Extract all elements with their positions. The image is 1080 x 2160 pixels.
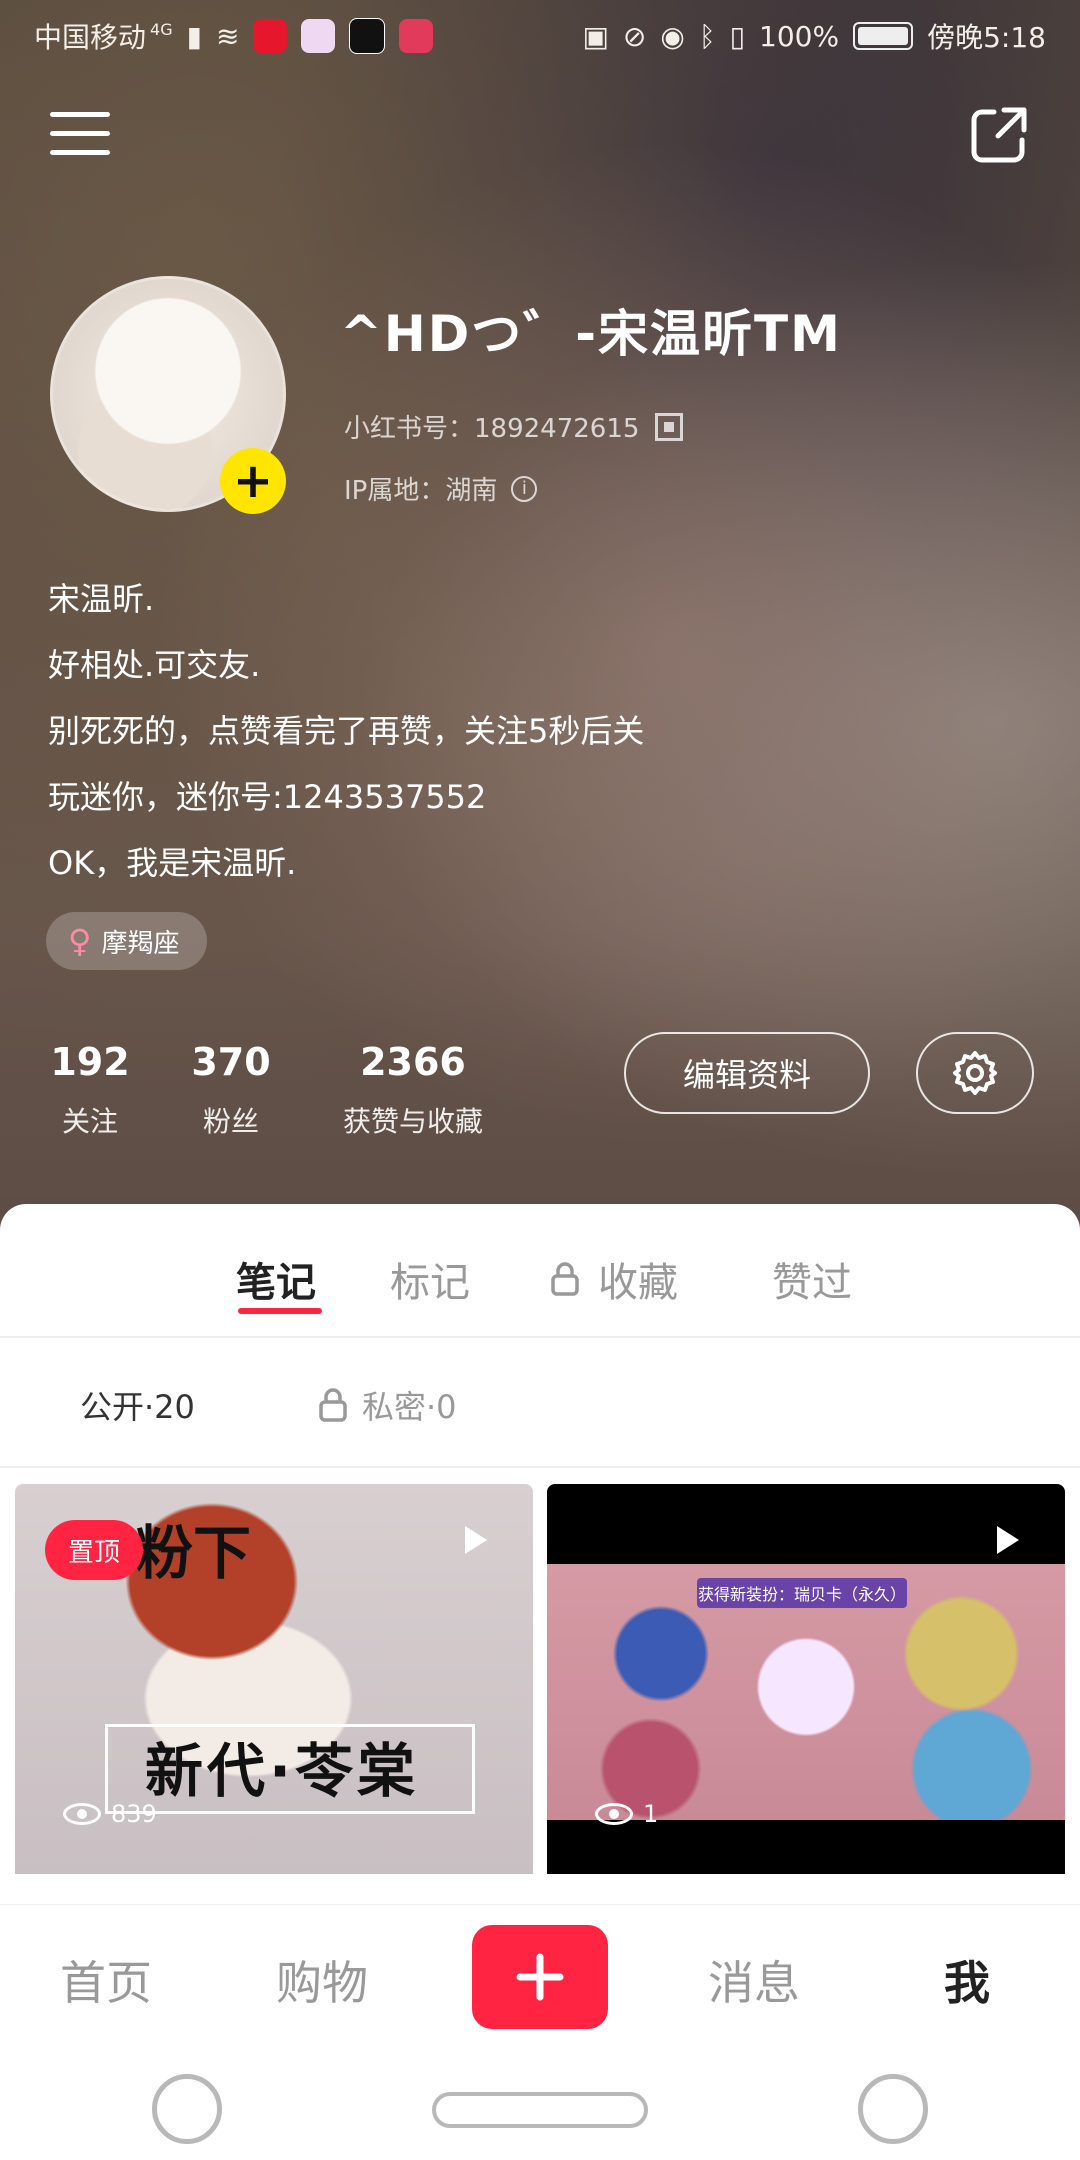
view-count: 839 (63, 1800, 157, 1828)
bio-line: 宋温昕. (48, 580, 155, 618)
tab-marks[interactable]: 标记 (390, 1250, 470, 1308)
note-cover-image: 获得新装扮：瑞贝卡（永久） (547, 1564, 1065, 1820)
profile-tabs: 笔记 标记 收藏 赞过 (0, 1204, 1080, 1338)
share-icon[interactable] (968, 104, 1030, 166)
followers-count: 370 (191, 1040, 271, 1084)
eye-icon (63, 1803, 101, 1825)
nickname: ^HDつ゛-宋温昕TM (340, 305, 842, 363)
system-navigation-bar (0, 2046, 1080, 2160)
ip-location: IP属地：湖南 (344, 476, 498, 506)
view-count-value: 839 (111, 1800, 157, 1828)
plus-icon (516, 1953, 564, 2001)
battery-percent: 100% (759, 19, 840, 53)
edit-profile-button[interactable]: 编辑资料 (624, 1032, 870, 1114)
followers-stat[interactable]: 370 粉丝 (186, 1040, 276, 1140)
public-filter[interactable]: 公开·20 (80, 1382, 195, 1428)
signal-icon: ▮ (186, 19, 203, 53)
hd-icon: ▣ (582, 19, 609, 53)
do-not-disturb-icon: ⊘ (622, 19, 647, 53)
video-play-icon (465, 1526, 487, 1554)
bio-line: 别死死的，点赞看完了再赞，关注5秒后关 (48, 712, 645, 750)
qr-code-icon[interactable] (655, 412, 684, 441)
info-icon[interactable]: i (511, 475, 538, 502)
nav-shop[interactable]: 购物 (276, 1947, 368, 2013)
status-bar: 中国移动 4G ▮ ≋ ▣ ⊘ ◉ ᛒ ▯ 100% 傍晚5:18 (0, 0, 1080, 72)
note-card[interactable]: 粉下 置顶 新代·苓棠 839 (15, 1484, 533, 1874)
bio-line: 玩迷你，迷你号:1243537552 (48, 778, 487, 816)
note-cover-title-top: 粉下 (135, 1519, 252, 1587)
tab-collections-label: 收藏 (598, 1260, 678, 1306)
system-left-icon[interactable] (152, 2074, 222, 2144)
ip-location-row: IP属地：湖南 i (344, 470, 538, 507)
status-left: 中国移动 4G ▮ ≋ (34, 16, 434, 56)
visibility-filter: 公开·20 私密·0 (0, 1338, 1080, 1468)
note-cover-title: 新代·苓棠 (145, 1737, 420, 1805)
wifi-icon: ≋ (216, 19, 240, 53)
active-tab-indicator (238, 1308, 322, 1314)
gear-icon (953, 1051, 997, 1095)
network-label: 4G (150, 19, 173, 39)
lock-icon (551, 1262, 579, 1296)
female-icon: ♀ (68, 922, 92, 960)
following-stat[interactable]: 192 关注 (48, 1040, 132, 1140)
nav-home[interactable]: 首页 (60, 1947, 152, 2013)
bio-line: 好相处.可交友. (48, 646, 261, 684)
note-card[interactable]: 获得新装扮：瑞贝卡（永久） 1 (547, 1484, 1065, 1874)
video-play-icon (997, 1526, 1019, 1554)
private-filter-label: 私密·0 (362, 1388, 457, 1426)
following-label: 关注 (61, 1105, 118, 1138)
nav-me[interactable]: 我 (944, 1947, 990, 2013)
likes-stat[interactable]: 2366 获赞与收藏 (328, 1040, 498, 1140)
tab-liked[interactable]: 赞过 (772, 1250, 852, 1308)
menu-icon[interactable] (50, 112, 110, 160)
bottom-nav: 首页 购物 消息 我 (0, 1904, 1080, 2047)
bio: 宋温昕. 好相处.可交友. 别死死的，点赞看完了再赞，关注5秒后关 玩迷你，迷你… (48, 566, 644, 896)
zodiac-label: 摩羯座 (101, 928, 180, 959)
system-right-icon[interactable] (858, 2074, 928, 2144)
app-notification-icon (301, 19, 336, 53)
carrier-label: 中国移动 (34, 21, 147, 54)
vibrate-icon: ▯ (729, 19, 746, 53)
publish-button[interactable] (472, 1925, 608, 2029)
app-notification-icon-2 (399, 19, 434, 53)
weibo-app-icon (253, 19, 288, 53)
pinned-badge: 置顶 (45, 1520, 143, 1580)
zodiac-tag[interactable]: ♀ 摩羯座 (46, 912, 208, 970)
likes-label: 获赞与收藏 (342, 1105, 483, 1138)
tab-collections[interactable]: 收藏 (550, 1250, 678, 1308)
status-right: ▣ ⊘ ◉ ᛒ ▯ 100% 傍晚5:18 (582, 16, 1046, 56)
add-avatar-button[interactable]: + (220, 448, 286, 514)
bio-line: OK，我是宋温昕. (48, 844, 297, 882)
view-count: 1 (595, 1800, 658, 1828)
private-filter[interactable]: 私密·0 (318, 1382, 457, 1428)
red-id: 小红书号：1892472615 (344, 414, 640, 444)
followers-label: 粉丝 (202, 1105, 259, 1138)
clock: 傍晚5:18 (927, 21, 1046, 54)
capcut-app-icon (349, 18, 386, 54)
eye-icon (595, 1803, 633, 1825)
nav-messages[interactable]: 消息 (708, 1947, 800, 2013)
view-count-value: 1 (643, 1800, 659, 1828)
settings-button[interactable] (916, 1032, 1034, 1114)
following-count: 192 (50, 1040, 130, 1084)
lock-icon (319, 1388, 347, 1422)
red-id-row: 小红书号：1892472615 (344, 408, 684, 445)
battery-icon (853, 22, 914, 50)
tab-notes[interactable]: 笔记 (236, 1250, 316, 1308)
bluetooth-icon: ᛒ (698, 19, 716, 53)
home-pill[interactable] (432, 2092, 648, 2128)
likes-count: 2366 (360, 1040, 466, 1084)
note-cover-banner: 获得新装扮：瑞贝卡（永久） (697, 1578, 907, 1608)
eye-comfort-icon: ◉ (660, 19, 685, 53)
